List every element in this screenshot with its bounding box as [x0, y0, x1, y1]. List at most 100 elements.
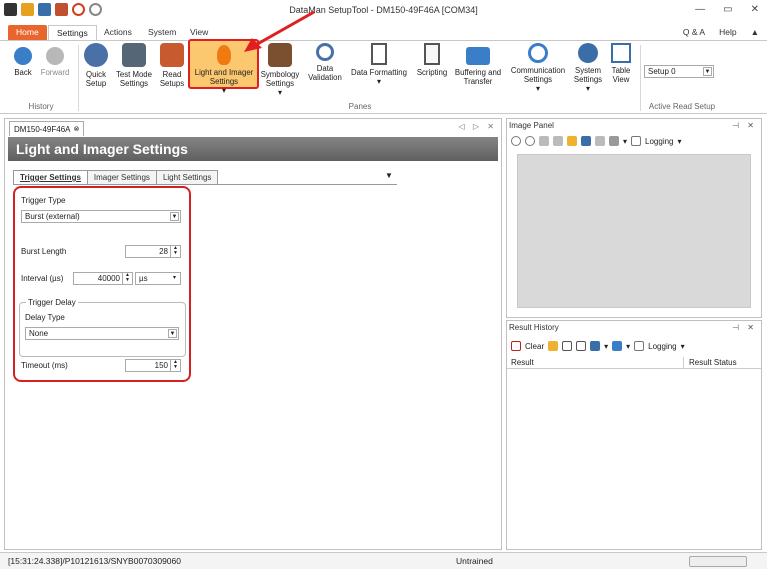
zoom-in-icon[interactable] [511, 136, 521, 146]
close-icon[interactable]: ⊗ [73, 125, 79, 133]
quick-setup-button[interactable]: Quick Setup [82, 43, 110, 88]
collapse-ribbon-icon[interactable]: ▲ [751, 27, 759, 37]
help-link[interactable]: Help [719, 27, 736, 37]
title-bar: DataMan SetupTool - DM150-49F46A [COM34]… [0, 0, 767, 22]
pan-icon[interactable] [553, 136, 563, 146]
wrench-gear-icon [84, 43, 108, 67]
timeout-stepper[interactable]: 150 ▲ ▼ [125, 359, 181, 372]
chevron-down-icon[interactable]: ▾ [626, 342, 630, 351]
close-button[interactable]: ✕ [751, 4, 759, 15]
fit-icon[interactable] [539, 136, 549, 146]
minimize-button[interactable]: — [695, 4, 705, 15]
scripting-button[interactable]: Scripting [414, 43, 450, 77]
buffering-transfer-button[interactable]: Buffering and Transfer [452, 43, 504, 86]
document-tab[interactable]: DM150-49F46A ⊗ [9, 121, 85, 136]
column-header-result-status[interactable]: Result Status [689, 358, 737, 367]
communication-arrows-icon [528, 43, 548, 63]
zoom-out-icon[interactable] [525, 136, 535, 146]
spin-arrows-icon[interactable]: ▲ ▼ [170, 360, 180, 371]
data-formatting-button[interactable]: Data Formatting ▾ [348, 43, 410, 86]
trigger-delay-group-title: Trigger Delay [26, 298, 78, 307]
image-panel-title: Image Panel [509, 121, 554, 130]
columns-icon[interactable] [590, 341, 601, 351]
gear-icon [578, 43, 598, 63]
tab-light-settings[interactable]: Light Settings [155, 170, 219, 184]
overlay-icon[interactable] [595, 136, 605, 146]
chevron-down-icon[interactable]: ▾ [681, 342, 685, 351]
status-device-info: [15:31:24.338]/P10121613/SNYB0070309060 [8, 556, 181, 566]
trigger-type-label: Trigger Type [21, 196, 66, 205]
result-logging-dropdown[interactable]: Logging [648, 342, 676, 351]
chevron-down-icon[interactable]: ▾ [604, 342, 608, 351]
image-panel-toolbar: ▾ Logging ▾ [511, 134, 682, 148]
dropdown-caret-icon: ▾ [222, 86, 226, 95]
ribbon: Back Forward History Quick Setup Test Mod… [0, 39, 767, 114]
result-history-title: Result History [509, 323, 559, 332]
tab-trigger-settings[interactable]: Trigger Settings [13, 170, 88, 184]
tab-imager-settings[interactable]: Imager Settings [86, 170, 157, 184]
callout-arrow-icon [244, 10, 315, 52]
forward-button[interactable]: Forward [38, 43, 72, 77]
back-button[interactable]: Back [10, 43, 36, 77]
result-history-panel: Result History ⊣ ✕ Clear ▾ ▾ Logging ▾ R… [506, 320, 762, 550]
trigger-type-select[interactable]: Burst (external) ▼ [21, 210, 181, 223]
document-tab-controls[interactable]: ◁ ▷ ✕ [459, 122, 497, 131]
image-logging-dropdown[interactable]: Logging [645, 137, 673, 146]
divider [683, 357, 684, 369]
tab-view[interactable]: View [182, 25, 216, 40]
communication-settings-button[interactable]: Communication Settings ▾ [508, 43, 568, 93]
pause-icon[interactable] [548, 341, 559, 351]
tab-home[interactable]: Home [8, 25, 47, 40]
qa-link[interactable]: Q & A [683, 27, 705, 37]
live-image-icon[interactable] [567, 136, 577, 146]
document-icon[interactable] [562, 341, 573, 351]
copy-icon[interactable] [576, 341, 587, 351]
delay-type-label: Delay Type [25, 313, 65, 322]
test-mode-settings-button[interactable]: Test Mode Settings [114, 43, 154, 88]
folder-download-icon [466, 47, 490, 65]
restore-button[interactable]: ▭ [723, 4, 732, 15]
lightbulb-icon [217, 45, 231, 65]
burst-length-stepper[interactable]: 28 ▲ ▼ [125, 245, 181, 258]
read-setups-icon [160, 43, 184, 67]
subtab-dropdown-icon[interactable]: ▼ [385, 171, 393, 180]
ribbon-tab-strip: Home Settings Actions System View Q & A … [0, 22, 767, 40]
clear-button[interactable]: Clear [525, 342, 544, 351]
interval-unit-select[interactable]: µs ▾ [135, 272, 181, 285]
system-settings-button[interactable]: System Settings ▾ [572, 43, 604, 93]
tab-system[interactable]: System [140, 25, 184, 40]
delay-type-select[interactable]: None ▼ [25, 327, 179, 340]
filter-icon[interactable] [612, 341, 623, 351]
dropdown-caret-icon: ▾ [377, 77, 381, 86]
logging-icon [631, 136, 642, 146]
status-trained-state: Untrained [456, 556, 493, 566]
group-label-history: History [28, 102, 54, 111]
tab-actions[interactable]: Actions [96, 25, 140, 40]
trigger-icon[interactable] [581, 136, 591, 146]
chevron-down-icon[interactable]: ▾ [623, 137, 627, 146]
chevron-down-icon: ▾ [172, 275, 176, 281]
image-panel: Image Panel ⊣ ✕ ▾ Logging ▾ [506, 118, 762, 318]
table-view-button[interactable]: Table View [608, 43, 634, 84]
read-setups-button[interactable]: Read Setups [158, 43, 186, 88]
page-title: Light and Imager Settings [8, 137, 498, 161]
script-document-icon [424, 43, 440, 65]
column-header-result[interactable]: Result [511, 358, 534, 367]
save-icon[interactable] [609, 136, 619, 146]
dropdown-caret-icon: ▾ [278, 88, 282, 97]
chevron-down-icon[interactable]: ▾ [678, 137, 682, 146]
group-label-panes: Panes [348, 102, 372, 111]
tab-settings[interactable]: Settings [48, 25, 97, 40]
active-read-setup-select[interactable]: Setup 0 ▼ [644, 65, 714, 78]
spin-arrows-icon[interactable]: ▲ ▼ [122, 273, 132, 284]
group-separator [640, 45, 641, 111]
spin-arrows-icon[interactable]: ▲ ▼ [170, 246, 180, 257]
chevron-down-icon: ▼ [170, 212, 179, 221]
panel-pin-close[interactable]: ⊣ ✕ [732, 121, 757, 130]
burst-length-label: Burst Length [21, 247, 67, 256]
group-label-active-read-setup: Active Read Setup [648, 102, 716, 111]
panel-pin-close[interactable]: ⊣ ✕ [732, 323, 757, 332]
interval-stepper[interactable]: 40000 ▲ ▼ [73, 272, 133, 285]
image-canvas[interactable] [517, 154, 751, 308]
chevron-down-icon: ▼ [168, 329, 177, 338]
